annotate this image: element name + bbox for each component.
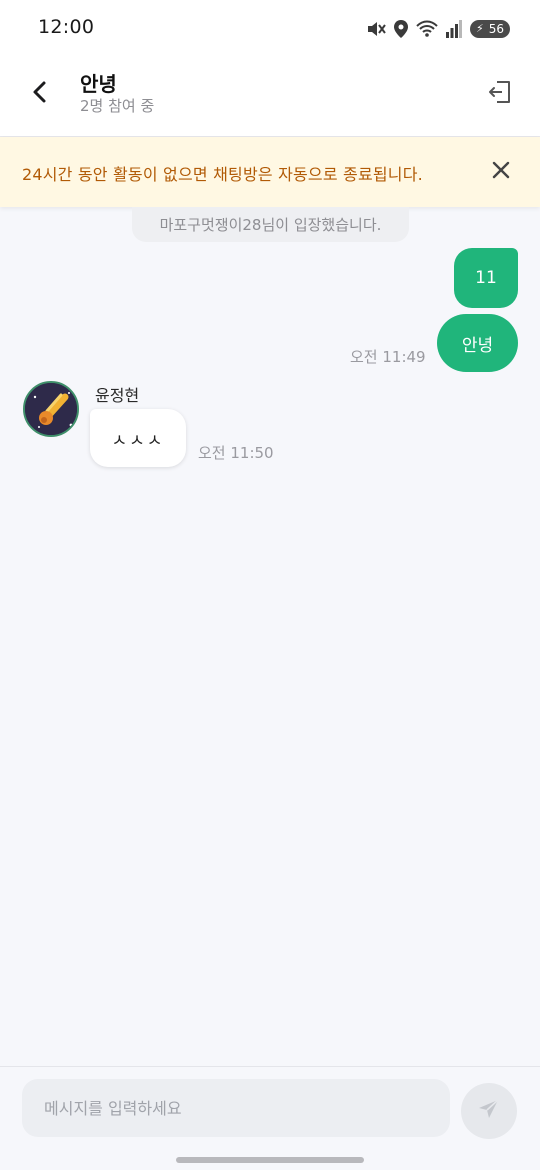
participant-count: 2명 참여 중 xyxy=(80,97,155,115)
status-time: 12:00 xyxy=(38,16,95,38)
status-icons: ⚡ 56 xyxy=(366,18,510,40)
inactivity-notice: 24시간 동안 활동이 없으면 채팅방은 자동으로 종료됩니다. xyxy=(0,137,540,207)
battery-icon: ⚡ 56 xyxy=(470,20,510,38)
chat-header: 안녕 2명 참여 중 xyxy=(0,58,540,137)
chat-title: 안녕 xyxy=(80,72,117,96)
incoming-timestamp: 오전 11:50 xyxy=(198,444,274,462)
status-bar: 12:00 ⚡ 56 xyxy=(0,0,540,58)
incoming-message[interactable]: ㅅㅅㅅ xyxy=(90,409,186,467)
sender-name: 윤정현 xyxy=(95,386,140,405)
mute-icon xyxy=(366,20,386,38)
message-input[interactable] xyxy=(22,1079,450,1137)
send-icon xyxy=(477,1097,501,1125)
send-button[interactable] xyxy=(461,1083,517,1139)
outgoing-message[interactable]: 안녕 xyxy=(437,314,518,372)
close-icon xyxy=(491,160,511,184)
outgoing-message[interactable]: 11 xyxy=(454,248,518,308)
battery-level: 56 xyxy=(488,22,504,36)
chevron-left-icon xyxy=(30,80,50,108)
notice-text: 24시간 동안 활동이 없으면 채팅방은 자동으로 종료됩니다. xyxy=(22,165,423,184)
avatar[interactable] xyxy=(23,381,79,437)
back-button[interactable] xyxy=(22,76,58,112)
comet-avatar-icon xyxy=(25,383,77,435)
signal-icon xyxy=(446,20,462,38)
system-message: 마포구멋쟁이28님이 입장했습니다. xyxy=(132,207,409,242)
wifi-icon xyxy=(416,20,438,38)
composer-bar xyxy=(0,1066,540,1170)
location-icon xyxy=(394,20,408,38)
exit-icon xyxy=(487,79,513,109)
outgoing-timestamp: 오전 11:49 xyxy=(350,348,426,366)
home-indicator xyxy=(176,1157,364,1163)
bolt-icon: ⚡ xyxy=(476,22,484,35)
notice-close-button[interactable] xyxy=(486,157,516,187)
exit-chat-button[interactable] xyxy=(482,76,518,112)
